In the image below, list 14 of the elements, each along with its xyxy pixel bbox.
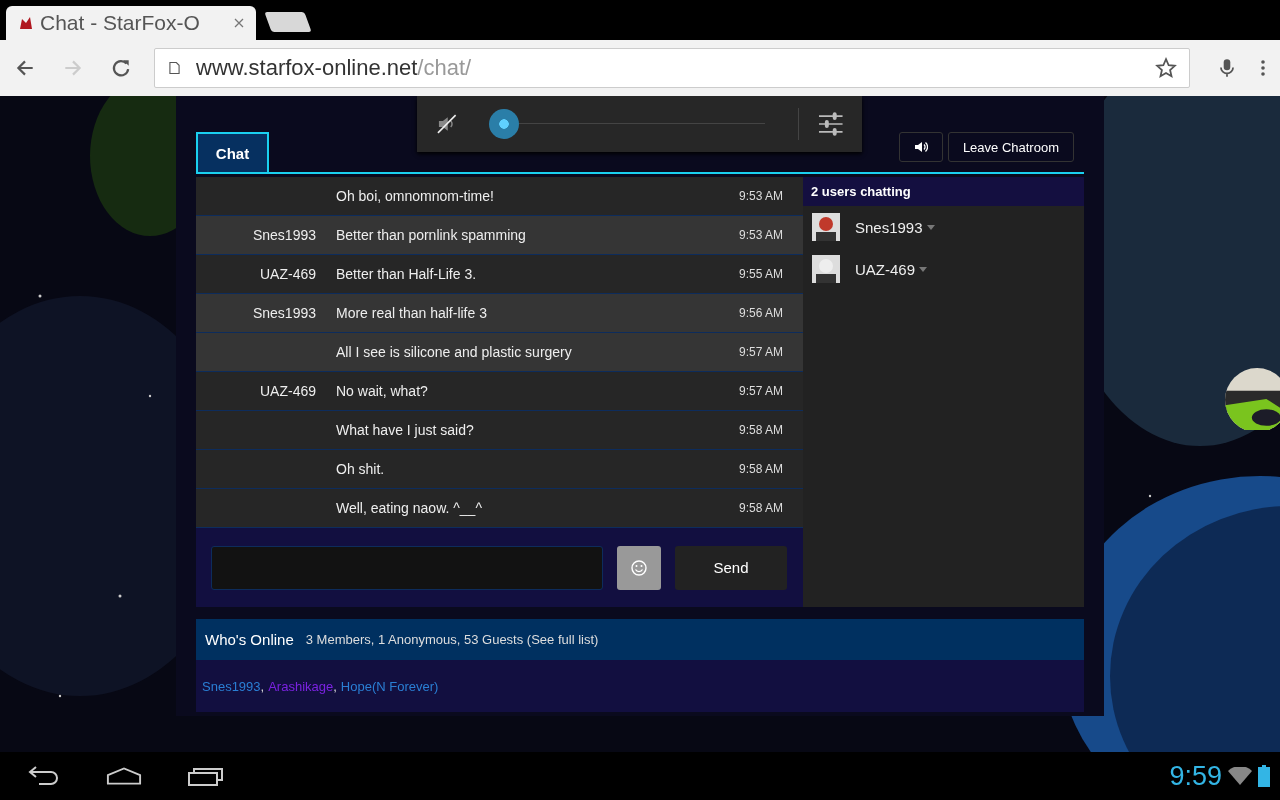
menu-icon[interactable] — [1260, 58, 1266, 78]
home-icon[interactable] — [106, 766, 142, 786]
star-icon[interactable] — [1155, 57, 1177, 79]
new-tab-button[interactable] — [264, 12, 312, 32]
address-bar[interactable]: www.starfox-online.net/chat/ — [154, 48, 1190, 88]
recent-apps-icon[interactable] — [188, 766, 224, 786]
wifi-icon — [1228, 767, 1252, 785]
browser-tab[interactable]: Chat - StarFox-O — [6, 6, 256, 40]
reload-icon[interactable] — [110, 57, 132, 79]
close-icon[interactable] — [234, 18, 244, 28]
page-icon — [169, 61, 180, 75]
battery-icon — [1258, 765, 1270, 787]
favicon-icon — [18, 15, 34, 31]
clock: 9:59 — [1169, 760, 1222, 792]
